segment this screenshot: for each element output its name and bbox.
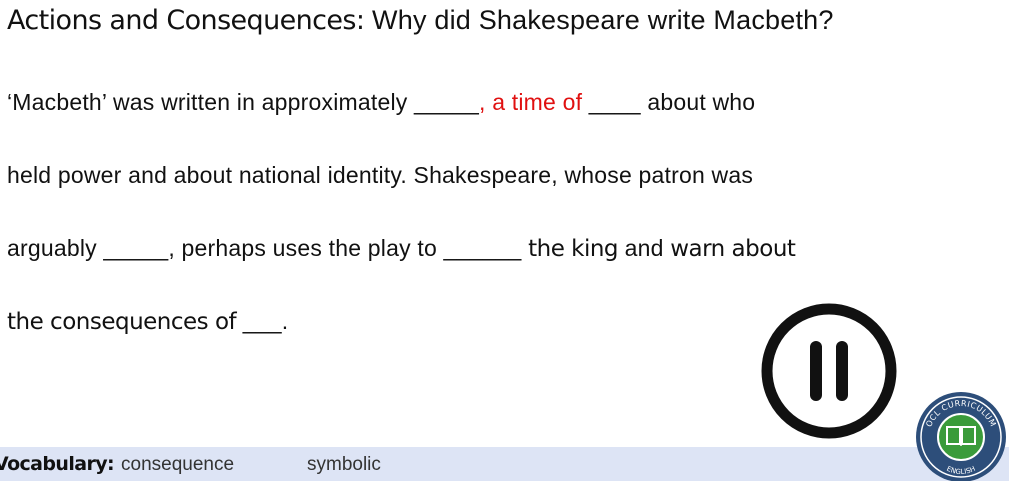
line-3-bold-the-king: the king [528, 236, 619, 262]
slide-title: Actions and Consequences: Why did Shakes… [7, 5, 834, 36]
vocab-word: symbolic [307, 454, 381, 475]
vocab-word: consequence [121, 454, 235, 475]
vocabulary-bar: Vocabulary: consequence symbolic [0, 447, 1009, 481]
paragraph-line-1: ‘Macbeth’ was written in approximately _… [7, 89, 755, 116]
title-sub: Why did Shakespeare write Macbeth? [364, 5, 834, 35]
line-1-text-a: ‘Macbeth’ was written in approximately _… [7, 89, 480, 115]
line-2-text: held power and about national identity. … [7, 162, 754, 188]
ocl-curriculum-logo: OCL CURRICULUM ENGLISH [911, 390, 1009, 482]
paragraph-line-4: the consequences of ___. [7, 308, 288, 335]
line-3-text-mid: and [618, 235, 671, 261]
title-main: Actions and Consequences: [7, 5, 365, 36]
paragraph-line-3: arguably _____, perhaps uses the play to… [7, 235, 796, 262]
line-4-bold-text: the consequences of [7, 309, 237, 335]
line-3-bold-warn-about: warn about [670, 236, 796, 262]
logo-badge: OCL CURRICULUM ENGLISH [916, 392, 1006, 482]
line-1-red-text: , a time of [479, 89, 583, 115]
pause-icon [761, 303, 897, 439]
line-3-text-a: arguably _____, perhaps uses the play to… [7, 235, 529, 261]
vocabulary-label: Vocabulary: [0, 453, 115, 475]
paragraph-line-2: held power and about national identity. … [7, 162, 753, 189]
pause-button[interactable] [760, 302, 898, 440]
line-4-text-end: ___. [236, 308, 289, 334]
line-1-text-b: ____ about who [582, 89, 756, 115]
